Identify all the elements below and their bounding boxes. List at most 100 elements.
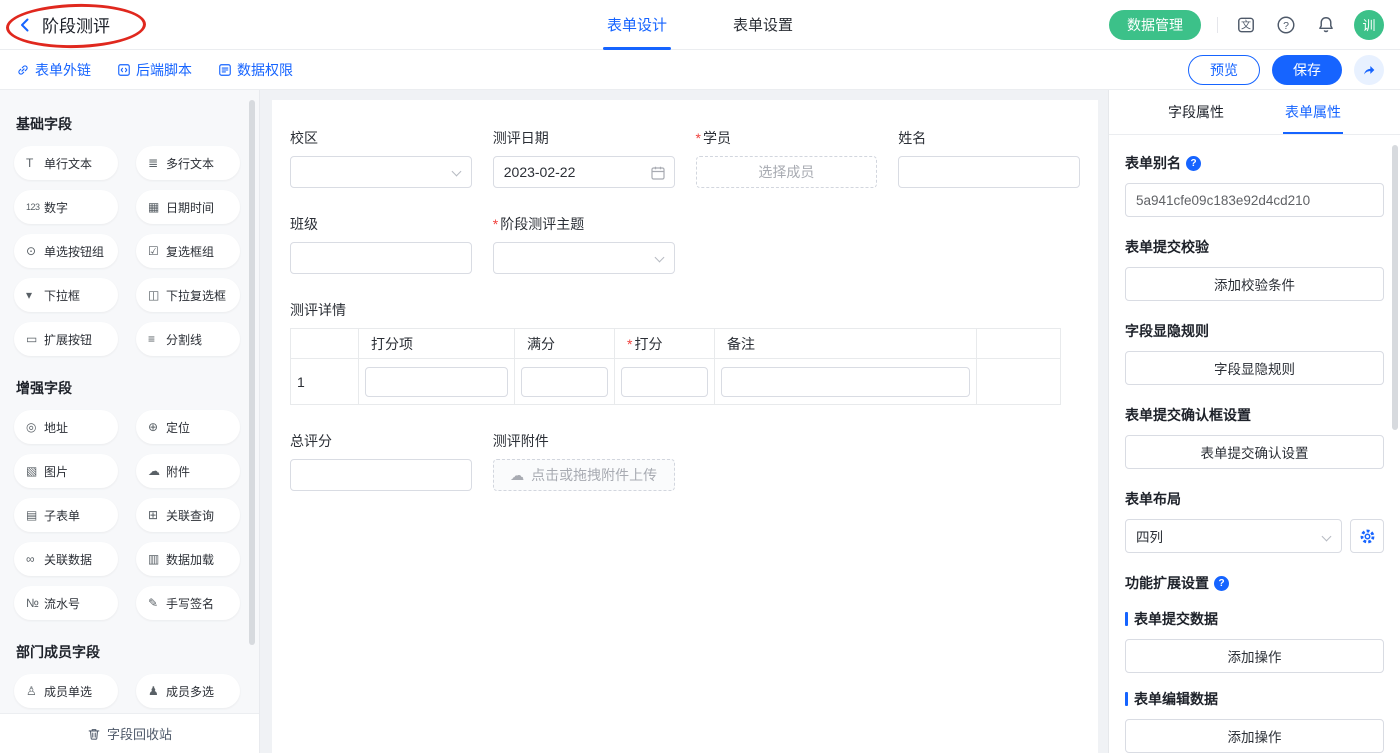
total-score-input[interactable] xyxy=(290,459,472,491)
header-tabs: 表单设计 表单设置 xyxy=(603,0,797,50)
field-item-linked-query[interactable]: ⊞关联查询 xyxy=(136,498,240,532)
field-item-member-multi[interactable]: ♟成员多选 xyxy=(136,674,240,708)
layout-select[interactable]: 四列 xyxy=(1125,519,1342,553)
class-input[interactable] xyxy=(290,242,472,274)
tab-field-properties[interactable]: 字段属性 xyxy=(1166,90,1226,134)
field-item-image[interactable]: ▧图片 xyxy=(14,454,118,488)
accent-bar xyxy=(1125,692,1128,706)
form-layout-label: 表单布局 xyxy=(1125,489,1384,509)
empty-cell xyxy=(977,359,1061,405)
layout-settings-button[interactable] xyxy=(1350,519,1384,553)
form-alias-input[interactable]: 5a941cfe09c183e92d4cd210 xyxy=(1125,183,1384,217)
field-label: *学员 xyxy=(696,128,878,148)
field-item-number[interactable]: 123数字 xyxy=(14,190,118,224)
eval-date-input[interactable]: 2023-02-22 xyxy=(493,156,675,188)
detail-table: 打分项 满分 *打分 备注 1 xyxy=(290,328,1061,405)
field-item-multi-dropdown[interactable]: ◫下拉复选框 xyxy=(136,278,240,312)
field-item-data-load[interactable]: ▥数据加载 xyxy=(136,542,240,576)
accent-bar xyxy=(1125,612,1128,626)
field-item-attachment[interactable]: ☁附件 xyxy=(136,454,240,488)
form-toolbar: 表单外链 后端脚本 数据权限 预览 保存 xyxy=(0,50,1400,90)
tab-form-properties[interactable]: 表单属性 xyxy=(1283,90,1343,134)
translate-icon[interactable]: 文 xyxy=(1234,13,1258,37)
field-student: *学员 选择成员 xyxy=(696,128,878,188)
address-icon: ◎ xyxy=(26,420,44,434)
field-item-signature[interactable]: ✎手写签名 xyxy=(136,586,240,620)
field-item-serial-number[interactable]: №流水号 xyxy=(14,586,118,620)
field-item-address[interactable]: ◎地址 xyxy=(14,410,118,444)
topic-select[interactable] xyxy=(493,242,675,274)
avatar[interactable]: 训 xyxy=(1354,10,1384,40)
row-index-cell: 1 xyxy=(291,359,359,405)
detail-table-row: 1 xyxy=(291,359,1061,405)
add-submit-action-button[interactable]: 添加操作 xyxy=(1125,639,1384,673)
student-picker[interactable]: 选择成员 xyxy=(696,156,878,188)
help-icon[interactable]: ? xyxy=(1214,576,1229,591)
name-input[interactable] xyxy=(898,156,1080,188)
field-attachment: 测评附件 ☁ 点击或拖拽附件上传 xyxy=(493,431,675,491)
bell-icon[interactable] xyxy=(1314,13,1338,37)
calendar-icon xyxy=(650,165,666,181)
share-button[interactable] xyxy=(1354,55,1384,85)
field-item-multi-line-text[interactable]: ≣多行文本 xyxy=(136,146,240,180)
form-external-link[interactable]: 表单外链 xyxy=(16,60,91,80)
preview-button[interactable]: 预览 xyxy=(1188,55,1260,85)
link-label: 数据权限 xyxy=(237,60,293,80)
tab-form-settings[interactable]: 表单设置 xyxy=(729,0,797,50)
field-item-location[interactable]: ⊕定位 xyxy=(136,410,240,444)
attachment-icon: ☁ xyxy=(148,464,166,478)
chevron-down-icon xyxy=(1322,532,1332,542)
field-item-subform[interactable]: ▤子表单 xyxy=(14,498,118,532)
field-label: 测评详情 xyxy=(290,300,1080,320)
properties-panel: 字段属性 表单属性 表单别名 ? 5a941cfe09c183e92d4cd21… xyxy=(1108,90,1400,753)
field-item-label: 成员单选 xyxy=(44,683,92,700)
score-input[interactable] xyxy=(621,367,708,397)
field-item-extend-button[interactable]: ▭扩展按钮 xyxy=(14,322,118,356)
data-permission-link[interactable]: 数据权限 xyxy=(218,60,293,80)
cloud-upload-icon: ☁ xyxy=(510,467,524,484)
data-manage-button[interactable]: 数据管理 xyxy=(1109,10,1201,40)
field-visibility-button[interactable]: 字段显隐规则 xyxy=(1125,351,1384,385)
help-icon[interactable]: ? xyxy=(1274,13,1298,37)
col-index xyxy=(291,329,359,359)
field-item-member-single[interactable]: ♙成员单选 xyxy=(14,674,118,708)
full-score-input[interactable] xyxy=(521,367,608,397)
tab-form-design[interactable]: 表单设计 xyxy=(603,0,671,50)
field-item-label: 关联查询 xyxy=(166,507,214,524)
field-item-radio-group[interactable]: ⊙单选按钮组 xyxy=(14,234,118,268)
field-item-single-line-text[interactable]: T单行文本 xyxy=(14,146,118,180)
link-label: 后端脚本 xyxy=(136,60,192,80)
campus-select[interactable] xyxy=(290,156,472,188)
pen-icon: ✎ xyxy=(148,596,166,610)
field-item-label: 定位 xyxy=(166,419,190,436)
sidebar-scrollbar[interactable] xyxy=(249,100,255,645)
field-label: 总评分 xyxy=(290,431,472,451)
save-button[interactable]: 保存 xyxy=(1272,55,1342,85)
remark-input[interactable] xyxy=(721,367,970,397)
add-validation-button[interactable]: 添加校验条件 xyxy=(1125,267,1384,301)
attachment-upload[interactable]: ☁ 点击或拖拽附件上传 xyxy=(493,459,675,491)
score-item-input[interactable] xyxy=(365,367,508,397)
field-item-label: 单选按钮组 xyxy=(44,243,104,260)
field-item-datetime[interactable]: ▦日期时间 xyxy=(136,190,240,224)
panel-scrollbar[interactable] xyxy=(1392,145,1398,430)
back-button[interactable] xyxy=(16,16,34,34)
col-score-item: 打分项 xyxy=(359,329,515,359)
field-item-dropdown[interactable]: ▾下拉框 xyxy=(14,278,118,312)
help-icon[interactable]: ? xyxy=(1186,156,1201,171)
field-item-checkbox-group[interactable]: ☑复选框组 xyxy=(136,234,240,268)
link-data-icon: ∞ xyxy=(26,552,44,566)
detail-table-header-row: 打分项 满分 *打分 备注 xyxy=(291,329,1061,359)
field-item-linked-data[interactable]: ∞关联数据 xyxy=(14,542,118,576)
field-item-label: 数字 xyxy=(44,199,68,216)
field-recycle-bin[interactable]: 字段回收站 xyxy=(0,713,259,753)
add-edit-action-button[interactable]: 添加操作 xyxy=(1125,719,1384,753)
field-item-label: 复选框组 xyxy=(166,243,214,260)
location-icon: ⊕ xyxy=(148,420,166,434)
field-item-label: 日期时间 xyxy=(166,199,214,216)
backend-script-link[interactable]: 后端脚本 xyxy=(117,60,192,80)
field-item-divider[interactable]: ≡分割线 xyxy=(136,322,240,356)
submit-confirm-button[interactable]: 表单提交确认设置 xyxy=(1125,435,1384,469)
field-item-label: 附件 xyxy=(166,463,190,480)
field-item-label: 数据加载 xyxy=(166,551,214,568)
